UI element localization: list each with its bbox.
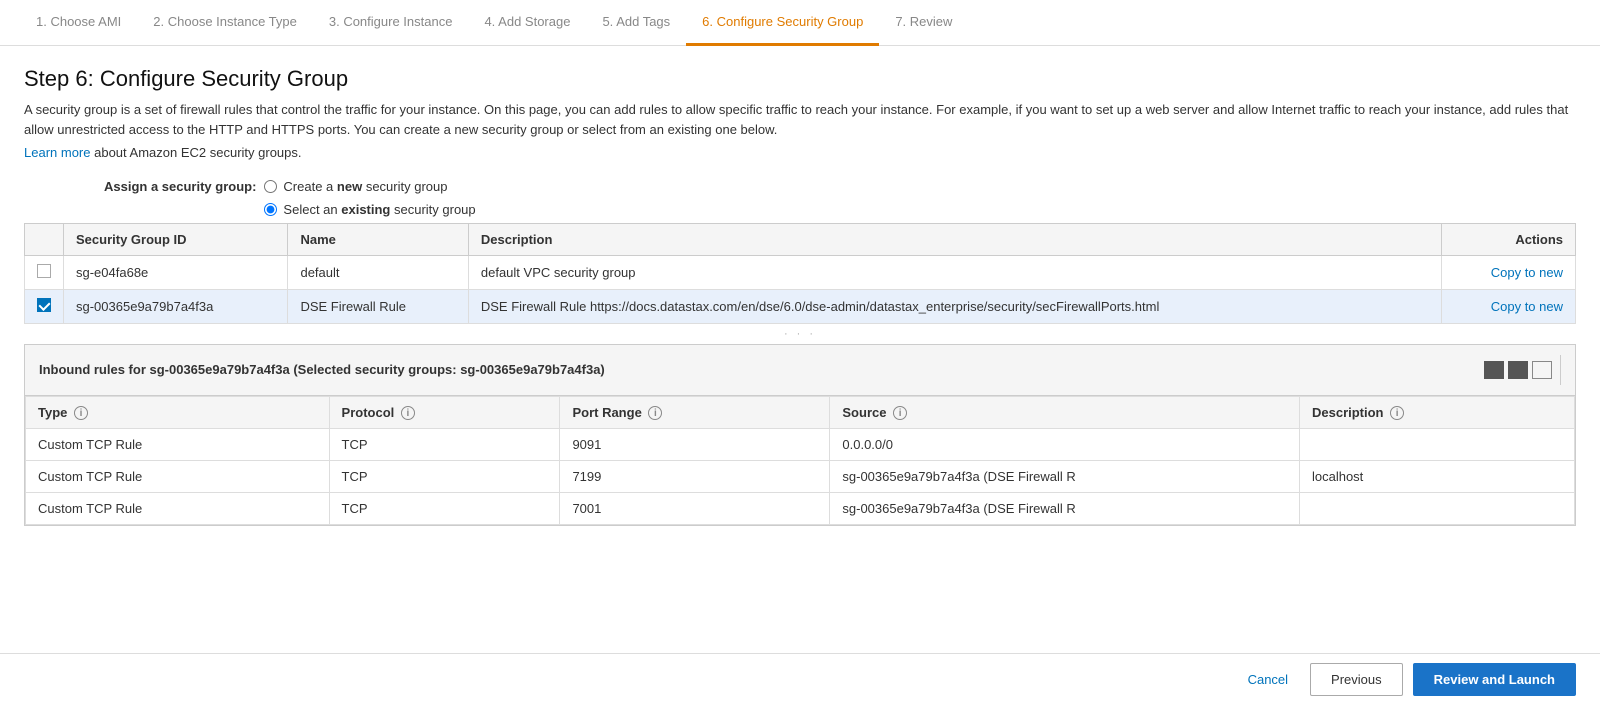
sg-table-row[interactable]: sg-e04fa68e default default VPC security… — [25, 255, 1576, 289]
sg-col-actions: Actions — [1441, 223, 1576, 255]
radio-existing-row: Select an existing security group — [264, 202, 475, 217]
review-and-launch-button[interactable]: Review and Launch — [1413, 663, 1576, 696]
page-description: A security group is a set of firewall ru… — [24, 100, 1576, 139]
inbound-row1-desc — [1299, 429, 1574, 461]
sg-row2-actions: Copy to new — [1441, 289, 1576, 323]
type-info-icon[interactable]: i — [74, 406, 88, 420]
inbound-row3-source: sg-00365e9a79b7a4f3a (DSE Firewall R — [830, 493, 1300, 525]
learn-more-suffix: about Amazon EC2 security groups. — [94, 145, 301, 160]
inbound-row3-desc — [1299, 493, 1574, 525]
inbound-row2-source: sg-00365e9a79b7a4f3a (DSE Firewall R — [830, 461, 1300, 493]
inbound-row2-protocol: TCP — [329, 461, 560, 493]
learn-more-link[interactable]: Learn more — [24, 145, 90, 160]
sg-row1-copy-link[interactable]: Copy to new — [1491, 265, 1563, 280]
nav-step-3[interactable]: 3. Configure Instance — [313, 0, 469, 46]
drag-handle[interactable]: · · · — [24, 324, 1576, 344]
sg-col-description: Description — [468, 223, 1441, 255]
radio-existing-label[interactable]: Select an existing security group — [283, 202, 475, 217]
sg-row1-name: default — [288, 255, 468, 289]
inbound-table-row: Custom TCP Rule TCP 7199 sg-00365e9a79b7… — [26, 461, 1575, 493]
inbound-col-port-range: Port Range i — [560, 396, 830, 429]
inbound-table-row: Custom TCP Rule TCP 9091 0.0.0.0/0 — [26, 429, 1575, 461]
sg-row2-name: DSE Firewall Rule — [288, 289, 468, 323]
radio-create-new[interactable] — [264, 180, 277, 193]
inbound-row3-type: Custom TCP Rule — [26, 493, 330, 525]
inbound-rules-header: Inbound rules for sg-00365e9a79b7a4f3a (… — [25, 345, 1575, 396]
security-group-table: Security Group ID Name Description Actio… — [24, 223, 1576, 324]
inbound-row2-desc: localhost — [1299, 461, 1574, 493]
assign-group-section: Assign a security group: Create a new se… — [104, 179, 1576, 217]
description-info-icon[interactable]: i — [1390, 406, 1404, 420]
sg-row2-description: DSE Firewall Rule https://docs.datastax.… — [468, 289, 1441, 323]
learn-more-line: Learn more about Amazon EC2 security gro… — [24, 143, 1576, 163]
sg-row2-id: sg-00365e9a79b7a4f3a — [64, 289, 288, 323]
inbound-rules-section: Inbound rules for sg-00365e9a79b7a4f3a (… — [24, 344, 1576, 527]
nav-step-5[interactable]: 5. Add Tags — [586, 0, 686, 46]
inbound-table: Type i Protocol i Port Range i Source i — [25, 396, 1575, 526]
view-icon-outline[interactable] — [1532, 361, 1552, 379]
sg-row2-checkbox-cell[interactable] — [25, 289, 64, 323]
view-icon-filled-2[interactable] — [1508, 361, 1528, 379]
inbound-row2-type: Custom TCP Rule — [26, 461, 330, 493]
sg-row2-copy-link[interactable]: Copy to new — [1491, 299, 1563, 314]
radio-new-row: Create a new security group — [264, 179, 475, 194]
view-icon-filled-1[interactable] — [1484, 361, 1504, 379]
wizard-nav: 1. Choose AMI 2. Choose Instance Type 3.… — [0, 0, 1600, 46]
inbound-row1-type: Custom TCP Rule — [26, 429, 330, 461]
inbound-col-description: Description i — [1299, 396, 1574, 429]
inbound-col-source: Source i — [830, 396, 1300, 429]
sg-row1-checkbox[interactable] — [37, 264, 51, 278]
inbound-row2-port: 7199 — [560, 461, 830, 493]
inbound-row3-port: 7001 — [560, 493, 830, 525]
inbound-row1-source: 0.0.0.0/0 — [830, 429, 1300, 461]
radio-new-label[interactable]: Create a new security group — [283, 179, 447, 194]
inbound-table-row: Custom TCP Rule TCP 7001 sg-00365e9a79b7… — [26, 493, 1575, 525]
nav-step-2[interactable]: 2. Choose Instance Type — [137, 0, 313, 46]
inbound-table-header: Type i Protocol i Port Range i Source i — [26, 396, 1575, 429]
previous-button[interactable]: Previous — [1310, 663, 1403, 696]
sg-row1-actions: Copy to new — [1441, 255, 1576, 289]
sg-row1-checkbox-cell[interactable] — [25, 255, 64, 289]
sg-row1-id: sg-e04fa68e — [64, 255, 288, 289]
sg-row2-checkbox[interactable] — [37, 298, 51, 312]
sg-table-row[interactable]: sg-00365e9a79b7a4f3a DSE Firewall Rule D… — [25, 289, 1576, 323]
view-divider — [1560, 355, 1561, 385]
port-range-info-icon[interactable]: i — [648, 406, 662, 420]
main-content: Step 6: Configure Security Group A secur… — [0, 46, 1600, 705]
bottom-bar: Cancel Previous Review and Launch — [0, 653, 1600, 705]
inbound-row1-port: 9091 — [560, 429, 830, 461]
inbound-col-type: Type i — [26, 396, 330, 429]
sg-row1-description: default VPC security group — [468, 255, 1441, 289]
radio-select-existing[interactable] — [264, 203, 277, 216]
sg-table-header: Security Group ID Name Description Actio… — [25, 223, 1576, 255]
inbound-col-protocol: Protocol i — [329, 396, 560, 429]
nav-step-6[interactable]: 6. Configure Security Group — [686, 0, 879, 46]
inbound-row1-protocol: TCP — [329, 429, 560, 461]
assign-label: Assign a security group: — [104, 179, 256, 194]
page-title: Step 6: Configure Security Group — [24, 66, 1576, 92]
sg-col-checkbox — [25, 223, 64, 255]
sg-col-name: Name — [288, 223, 468, 255]
nav-step-7[interactable]: 7. Review — [879, 0, 968, 46]
sg-col-id: Security Group ID — [64, 223, 288, 255]
view-icons — [1484, 355, 1561, 385]
nav-step-1[interactable]: 1. Choose AMI — [20, 0, 137, 46]
protocol-info-icon[interactable]: i — [401, 406, 415, 420]
inbound-row3-protocol: TCP — [329, 493, 560, 525]
inbound-rules-title: Inbound rules for sg-00365e9a79b7a4f3a (… — [39, 362, 605, 377]
nav-step-4[interactable]: 4. Add Storage — [468, 0, 586, 46]
source-info-icon[interactable]: i — [893, 406, 907, 420]
cancel-button[interactable]: Cancel — [1236, 666, 1300, 693]
